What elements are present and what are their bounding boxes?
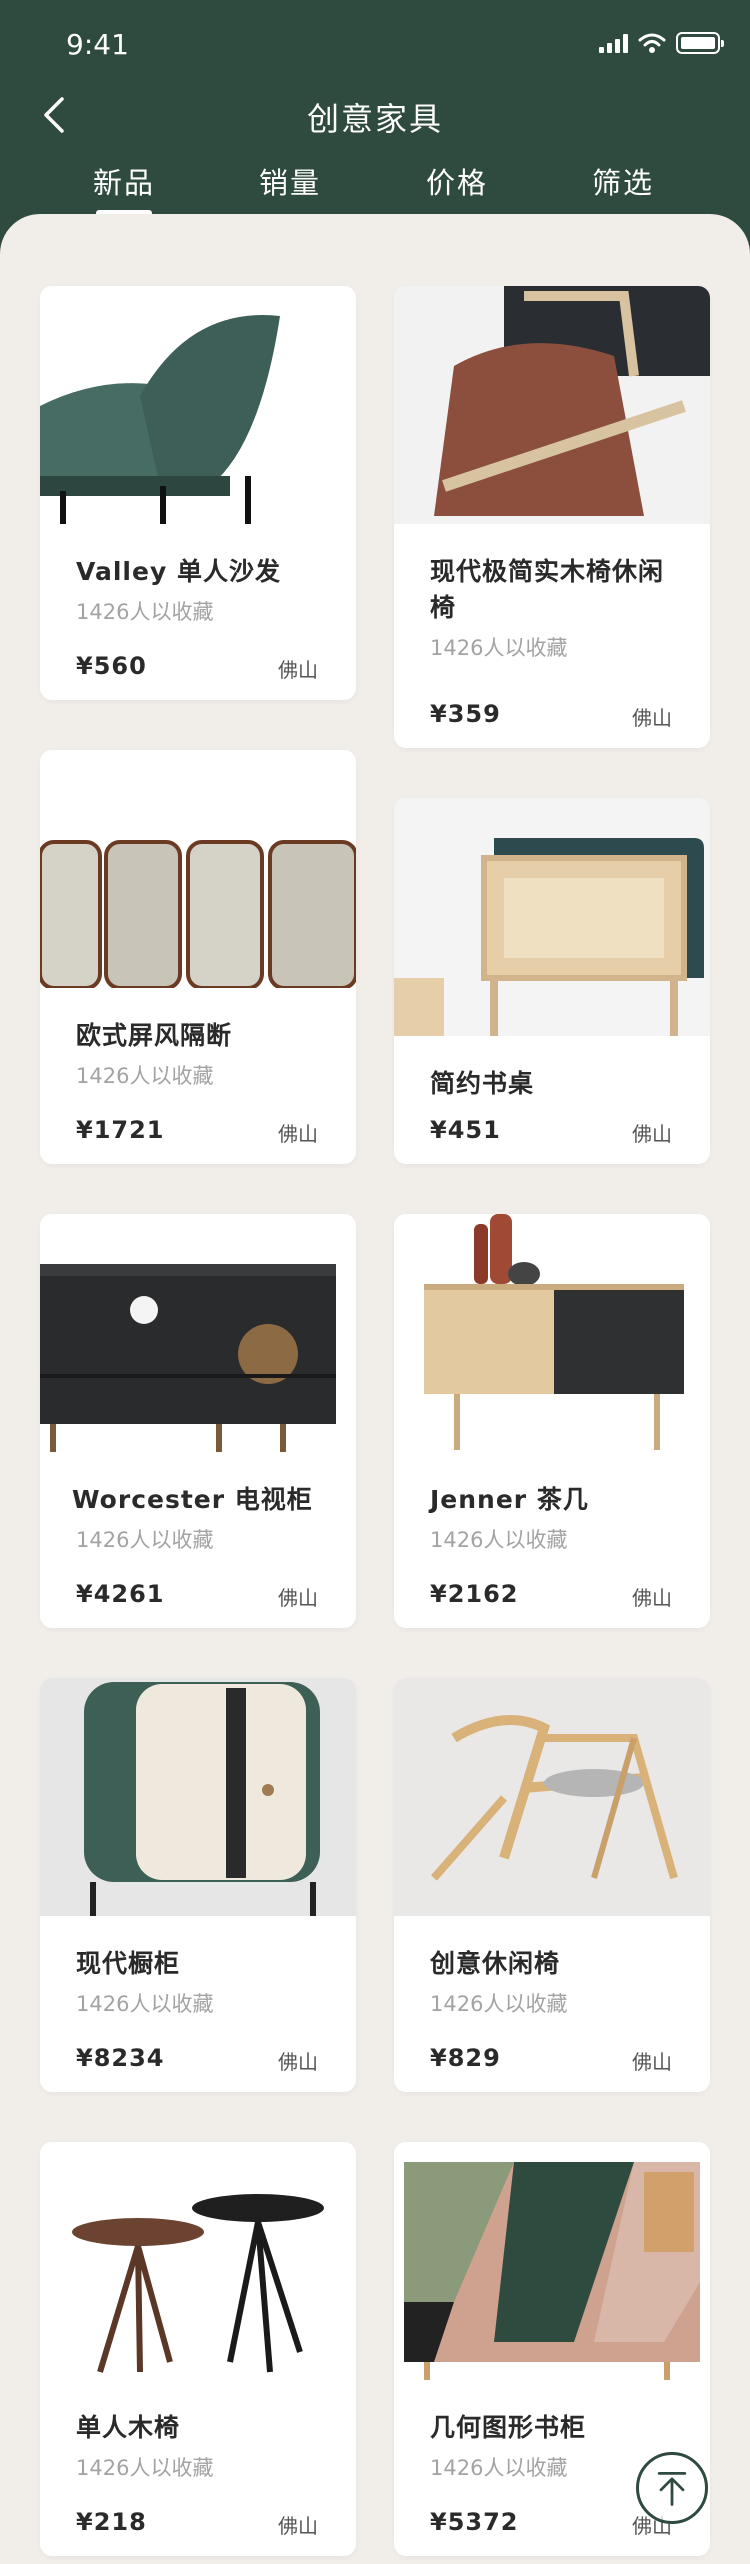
favorite-count: 1426人以收藏 bbox=[430, 1992, 568, 2016]
product-card[interactable]: 简约书桌 ¥451 佛山 bbox=[394, 798, 710, 1164]
product-image bbox=[394, 798, 710, 1036]
product-image bbox=[394, 1678, 710, 1916]
product-image bbox=[394, 286, 710, 524]
product-price: ¥451 bbox=[430, 1116, 501, 1144]
product-location: 佛山 bbox=[632, 1586, 672, 1610]
tab-bar: 新品 销量 价格 筛选 bbox=[0, 160, 750, 220]
status-icons bbox=[599, 32, 724, 54]
product-image bbox=[40, 2142, 356, 2380]
product-price: ¥2162 bbox=[430, 1580, 519, 1608]
product-card[interactable]: Valley 单人沙发 1426人以收藏 ¥560 佛山 bbox=[40, 286, 356, 700]
product-image bbox=[40, 750, 356, 988]
product-location: 佛山 bbox=[278, 1586, 318, 1610]
product-price: ¥359 bbox=[430, 700, 501, 728]
product-name: 简约书桌 bbox=[430, 1069, 535, 1098]
product-card[interactable]: 单人木椅 1426人以收藏 ¥218 佛山 bbox=[40, 2142, 356, 2556]
product-location: 佛山 bbox=[278, 1122, 318, 1146]
product-card[interactable]: 现代极简实木椅休闲椅 1426人以收藏 ¥359 佛山 bbox=[394, 286, 710, 748]
tab-sales[interactable]: 销量 bbox=[230, 160, 350, 202]
product-price: ¥1721 bbox=[76, 1116, 165, 1144]
product-name: Worcester 电视柜 bbox=[72, 1485, 313, 1514]
product-name: 欧式屏风隔断 bbox=[76, 1021, 233, 1050]
favorite-count: 1426人以收藏 bbox=[430, 1528, 568, 1552]
product-card[interactable]: 欧式屏风隔断 1426人以收藏 ¥1721 佛山 bbox=[40, 750, 356, 1164]
tab-price[interactable]: 价格 bbox=[397, 160, 517, 202]
signal-icon bbox=[599, 33, 628, 53]
favorite-count: 1426人以收藏 bbox=[76, 600, 214, 624]
tab-filter[interactable]: 筛选 bbox=[563, 160, 683, 202]
favorite-count: 1426人以收藏 bbox=[76, 2456, 214, 2480]
wifi-icon bbox=[638, 33, 666, 53]
product-price: ¥8234 bbox=[76, 2044, 165, 2072]
product-price: ¥4261 bbox=[76, 1580, 165, 1608]
product-location: 佛山 bbox=[632, 1122, 672, 1146]
page-title: 创意家具 bbox=[306, 100, 443, 138]
favorite-count: 1426人以收藏 bbox=[76, 1528, 214, 1552]
product-image bbox=[394, 1214, 710, 1452]
favorite-count: 1426人以收藏 bbox=[76, 1064, 214, 1088]
product-location: 佛山 bbox=[278, 2050, 318, 2074]
product-location: 佛山 bbox=[278, 2514, 318, 2538]
product-location: 佛山 bbox=[278, 658, 318, 682]
product-card[interactable]: Jenner 茶几 1426人以收藏 ¥2162 佛山 bbox=[394, 1214, 710, 1628]
product-name: 现代极简实木椅休闲椅 bbox=[430, 557, 665, 622]
product-price: ¥560 bbox=[76, 652, 147, 680]
favorite-count: 1426人以收藏 bbox=[430, 636, 568, 660]
product-card[interactable]: Worcester 电视柜 1426人以收藏 ¥4261 佛山 bbox=[40, 1214, 356, 1628]
product-name: 现代橱柜 bbox=[76, 1949, 181, 1978]
tab-new[interactable]: 新品 bbox=[64, 160, 184, 216]
product-image bbox=[40, 286, 356, 524]
product-price: ¥829 bbox=[430, 2044, 501, 2072]
product-location: 佛山 bbox=[632, 706, 672, 730]
product-image bbox=[40, 1678, 356, 1916]
favorite-count: 1426人以收藏 bbox=[430, 2456, 568, 2480]
favorite-count: 1426人以收藏 bbox=[76, 1992, 214, 2016]
product-price: ¥218 bbox=[76, 2508, 147, 2536]
product-name: 几何图形书柜 bbox=[430, 2413, 587, 2442]
product-image bbox=[40, 1214, 356, 1452]
product-name: 单人木椅 bbox=[76, 2413, 181, 2442]
product-name: Valley 单人沙发 bbox=[76, 557, 281, 586]
scroll-to-top-icon[interactable] bbox=[636, 2452, 708, 2524]
status-time: 9:41 bbox=[66, 28, 129, 61]
product-card[interactable]: 现代橱柜 1426人以收藏 ¥8234 佛山 bbox=[40, 1678, 356, 2092]
product-location: 佛山 bbox=[632, 2050, 672, 2074]
product-price: ¥5372 bbox=[430, 2508, 519, 2536]
product-image bbox=[394, 2142, 710, 2380]
product-name: Jenner 茶几 bbox=[430, 1485, 589, 1514]
battery-icon bbox=[676, 32, 724, 54]
product-card[interactable]: 创意休闲椅 1426人以收藏 ¥829 佛山 bbox=[394, 1678, 710, 2092]
product-name: 创意休闲椅 bbox=[430, 1949, 561, 1978]
